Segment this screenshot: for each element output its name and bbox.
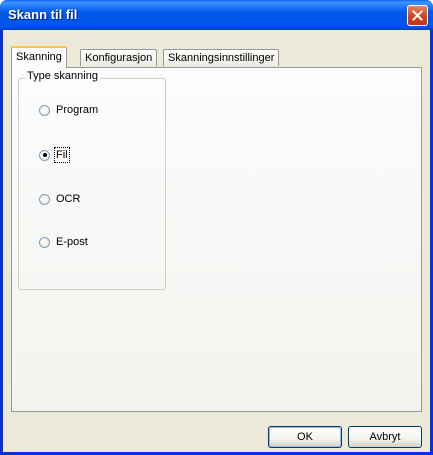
radio-button-program[interactable] <box>39 104 50 116</box>
radio-label-ocr: OCR <box>56 193 81 205</box>
radio-button-fil[interactable] <box>39 149 50 161</box>
title-bar[interactable]: Skann til fil <box>0 0 433 30</box>
radio-label-program: Program <box>56 104 99 116</box>
radio-e-post[interactable]: E-post <box>39 236 88 248</box>
radio-fil[interactable]: Fil <box>39 147 70 163</box>
scan-type-group-label: Type skanning <box>25 70 100 82</box>
dialog-body: Skanning Konfigurasjon Skanningsinnstill… <box>3 30 430 452</box>
tab-skanning[interactable]: Skanning <box>11 46 67 68</box>
radio-selected-dot <box>42 153 47 157</box>
close-icon <box>412 10 423 21</box>
tab-konfigurasjon[interactable]: Konfigurasjon <box>80 49 158 66</box>
close-button[interactable] <box>407 5 428 26</box>
window-title: Skann til fil <box>8 7 78 22</box>
radio-program[interactable]: Program <box>39 104 98 116</box>
dialog-window: Skann til fil Skanning Konfigurasjon Ska… <box>0 0 433 455</box>
radio-ocr[interactable]: OCR <box>39 193 80 205</box>
ok-button[interactable]: OK <box>268 426 342 448</box>
radio-button-e-post[interactable] <box>39 236 50 248</box>
radio-button-ocr[interactable] <box>39 193 50 205</box>
radio-label-e-post: E-post <box>56 236 88 248</box>
radio-label-fil: Fil <box>54 147 70 163</box>
cancel-button[interactable]: Avbryt <box>348 426 422 448</box>
tab-skanningsinnstillinger[interactable]: Skanningsinnstillinger <box>163 49 280 66</box>
